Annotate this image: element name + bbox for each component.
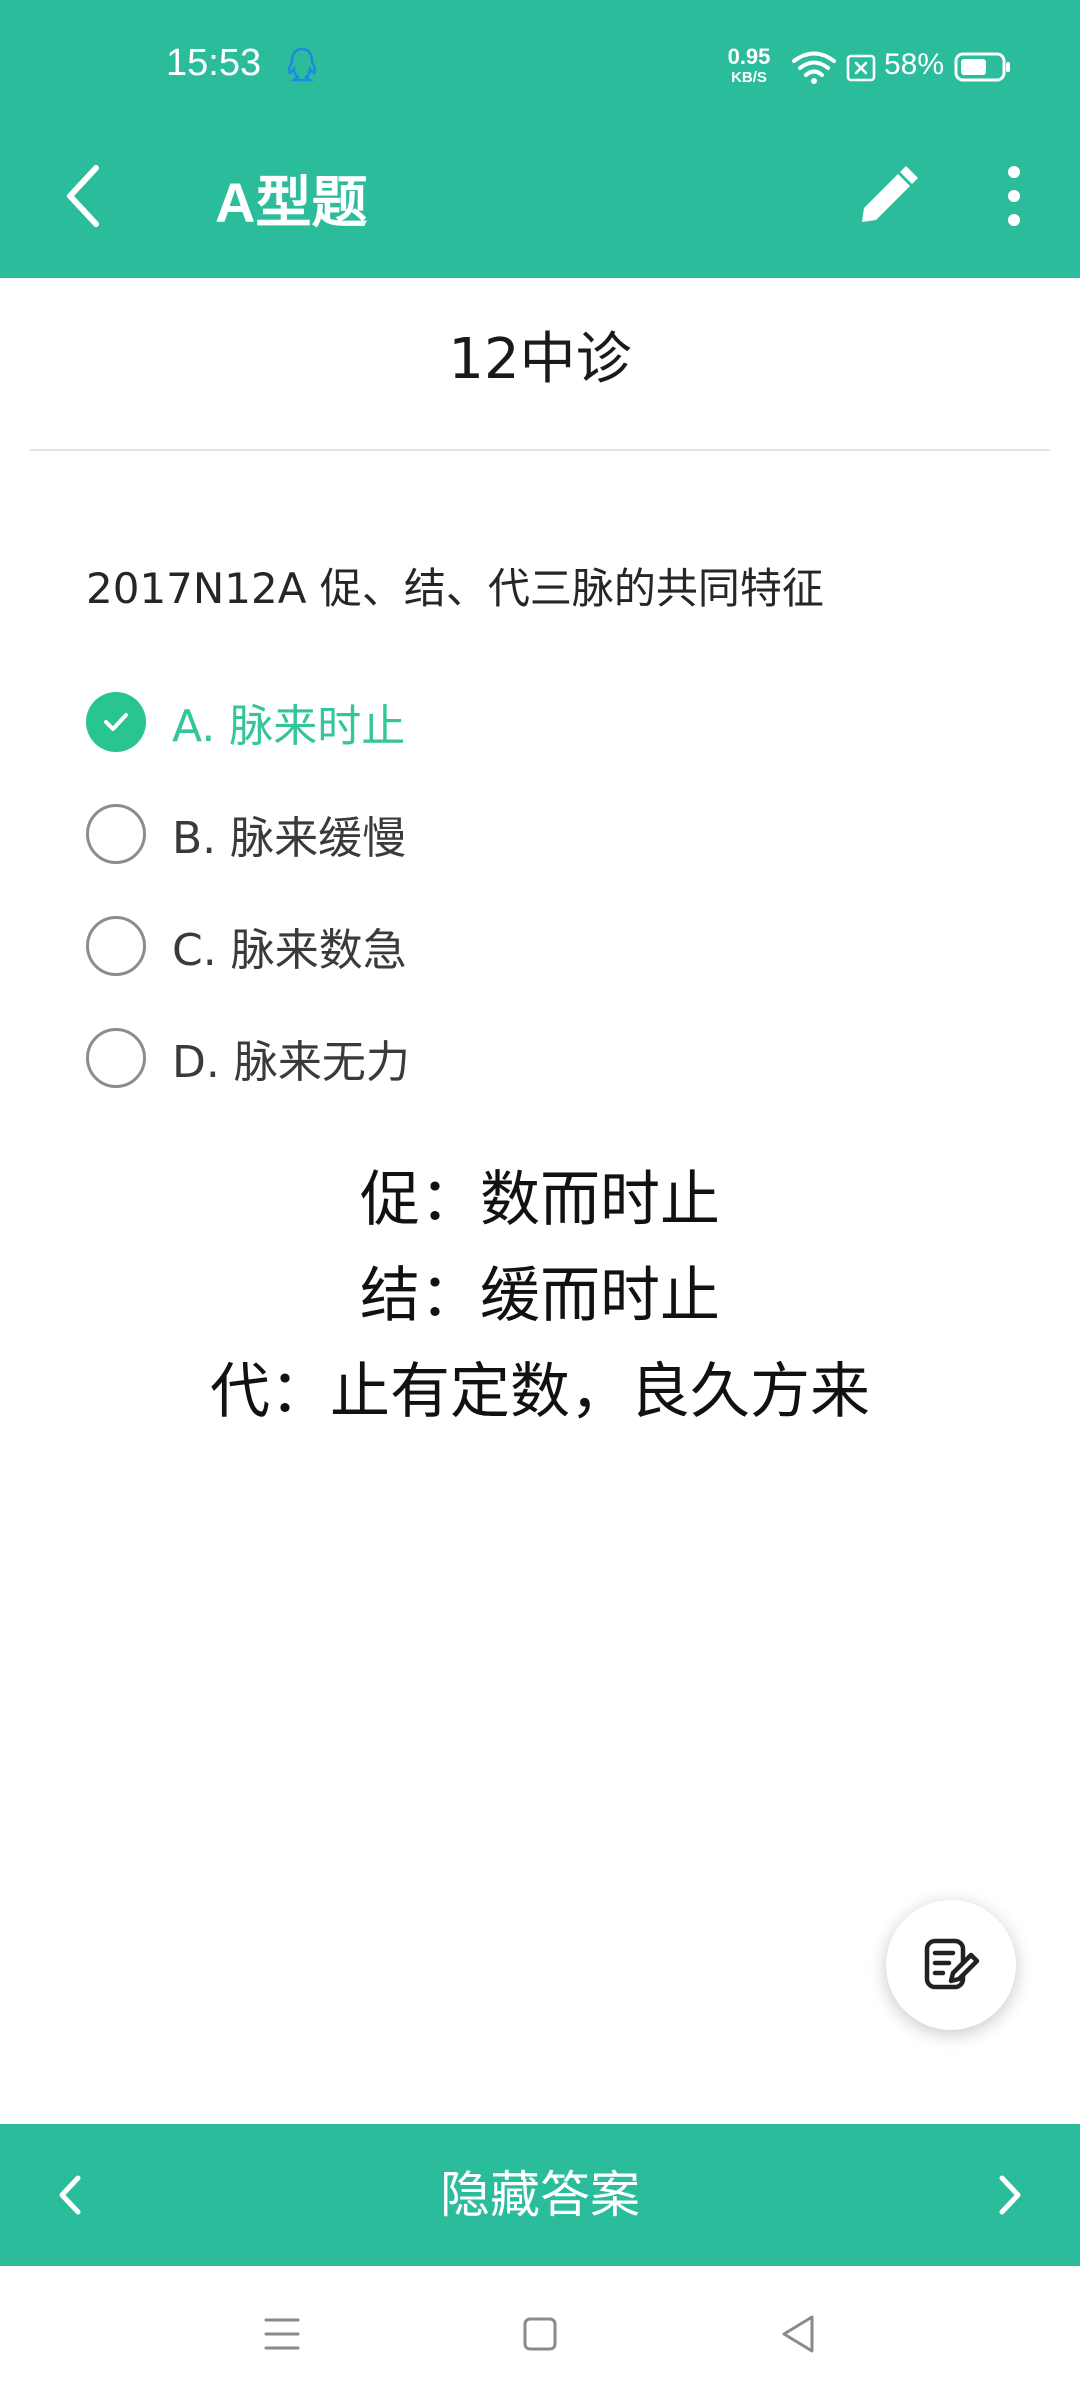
note-edit-icon [924, 1938, 980, 1990]
option-c[interactable]: C. 脉来数急 [86, 914, 407, 978]
checkmark-icon [104, 713, 128, 731]
option-label: D. 脉来无力 [172, 1037, 410, 1088]
edit-pencil-icon[interactable] [856, 164, 920, 228]
battery-percent: 58% [884, 48, 945, 81]
option-label: B. 脉来缓慢 [172, 813, 407, 864]
top-bar: 15:53 0.95 KB/S 58% A型题 [0, 0, 1080, 278]
more-vertical-icon[interactable] [996, 162, 1032, 230]
status-time: 15:53 [166, 42, 262, 84]
chevron-left-icon[interactable] [48, 2166, 92, 2224]
back-arrow-icon[interactable] [58, 160, 110, 232]
back-triangle-icon[interactable] [778, 2312, 818, 2356]
hide-answer-button[interactable]: 隐藏答案 [340, 2124, 740, 2266]
option-label: A. 脉来时止 [172, 701, 406, 752]
bottom-action-bar: 隐藏答案 [0, 2124, 1080, 2266]
radio-circle-icon[interactable] [86, 1028, 146, 1088]
sim-off-icon [846, 54, 876, 82]
check-circle-icon[interactable] [86, 692, 146, 752]
radio-circle-icon[interactable] [86, 916, 146, 976]
option-d[interactable]: D. 脉来无力 [86, 1026, 410, 1090]
analysis-line: 促：数而时止 [360, 1165, 720, 1235]
wifi-icon [792, 51, 836, 84]
analysis-line: 结：缓而时止 [360, 1261, 720, 1331]
net-speed: 0.95 KB/S [724, 44, 774, 86]
page-title: A型题 [215, 171, 368, 234]
qq-icon [287, 47, 317, 82]
answer-analysis: 促：数而时止 结：缓而时止 代：止有定数，良久方来 [0, 1152, 1080, 1440]
divider [30, 449, 1050, 451]
option-label: C. 脉来数急 [172, 925, 407, 976]
system-nav-bar [0, 2266, 1080, 2400]
home-icon[interactable] [522, 2314, 558, 2354]
radio-circle-icon[interactable] [86, 804, 146, 864]
section-title: 12中诊 [448, 327, 632, 392]
battery-icon [954, 52, 1010, 82]
question-text: 2017N12A 促、结、代三脉的共同特征 [86, 564, 824, 613]
net-speed-value: 0.95 [727, 44, 771, 69]
option-a[interactable]: A. 脉来时止 [86, 690, 405, 754]
analysis-line: 代：止有定数，良久方来 [210, 1357, 870, 1427]
menu-icon[interactable] [262, 2314, 302, 2354]
option-b[interactable]: B. 脉来缓慢 [86, 802, 406, 866]
net-speed-unit: KB/S [731, 69, 767, 86]
note-fab-button[interactable] [886, 1900, 1016, 2030]
chevron-right-icon[interactable] [988, 2166, 1032, 2224]
